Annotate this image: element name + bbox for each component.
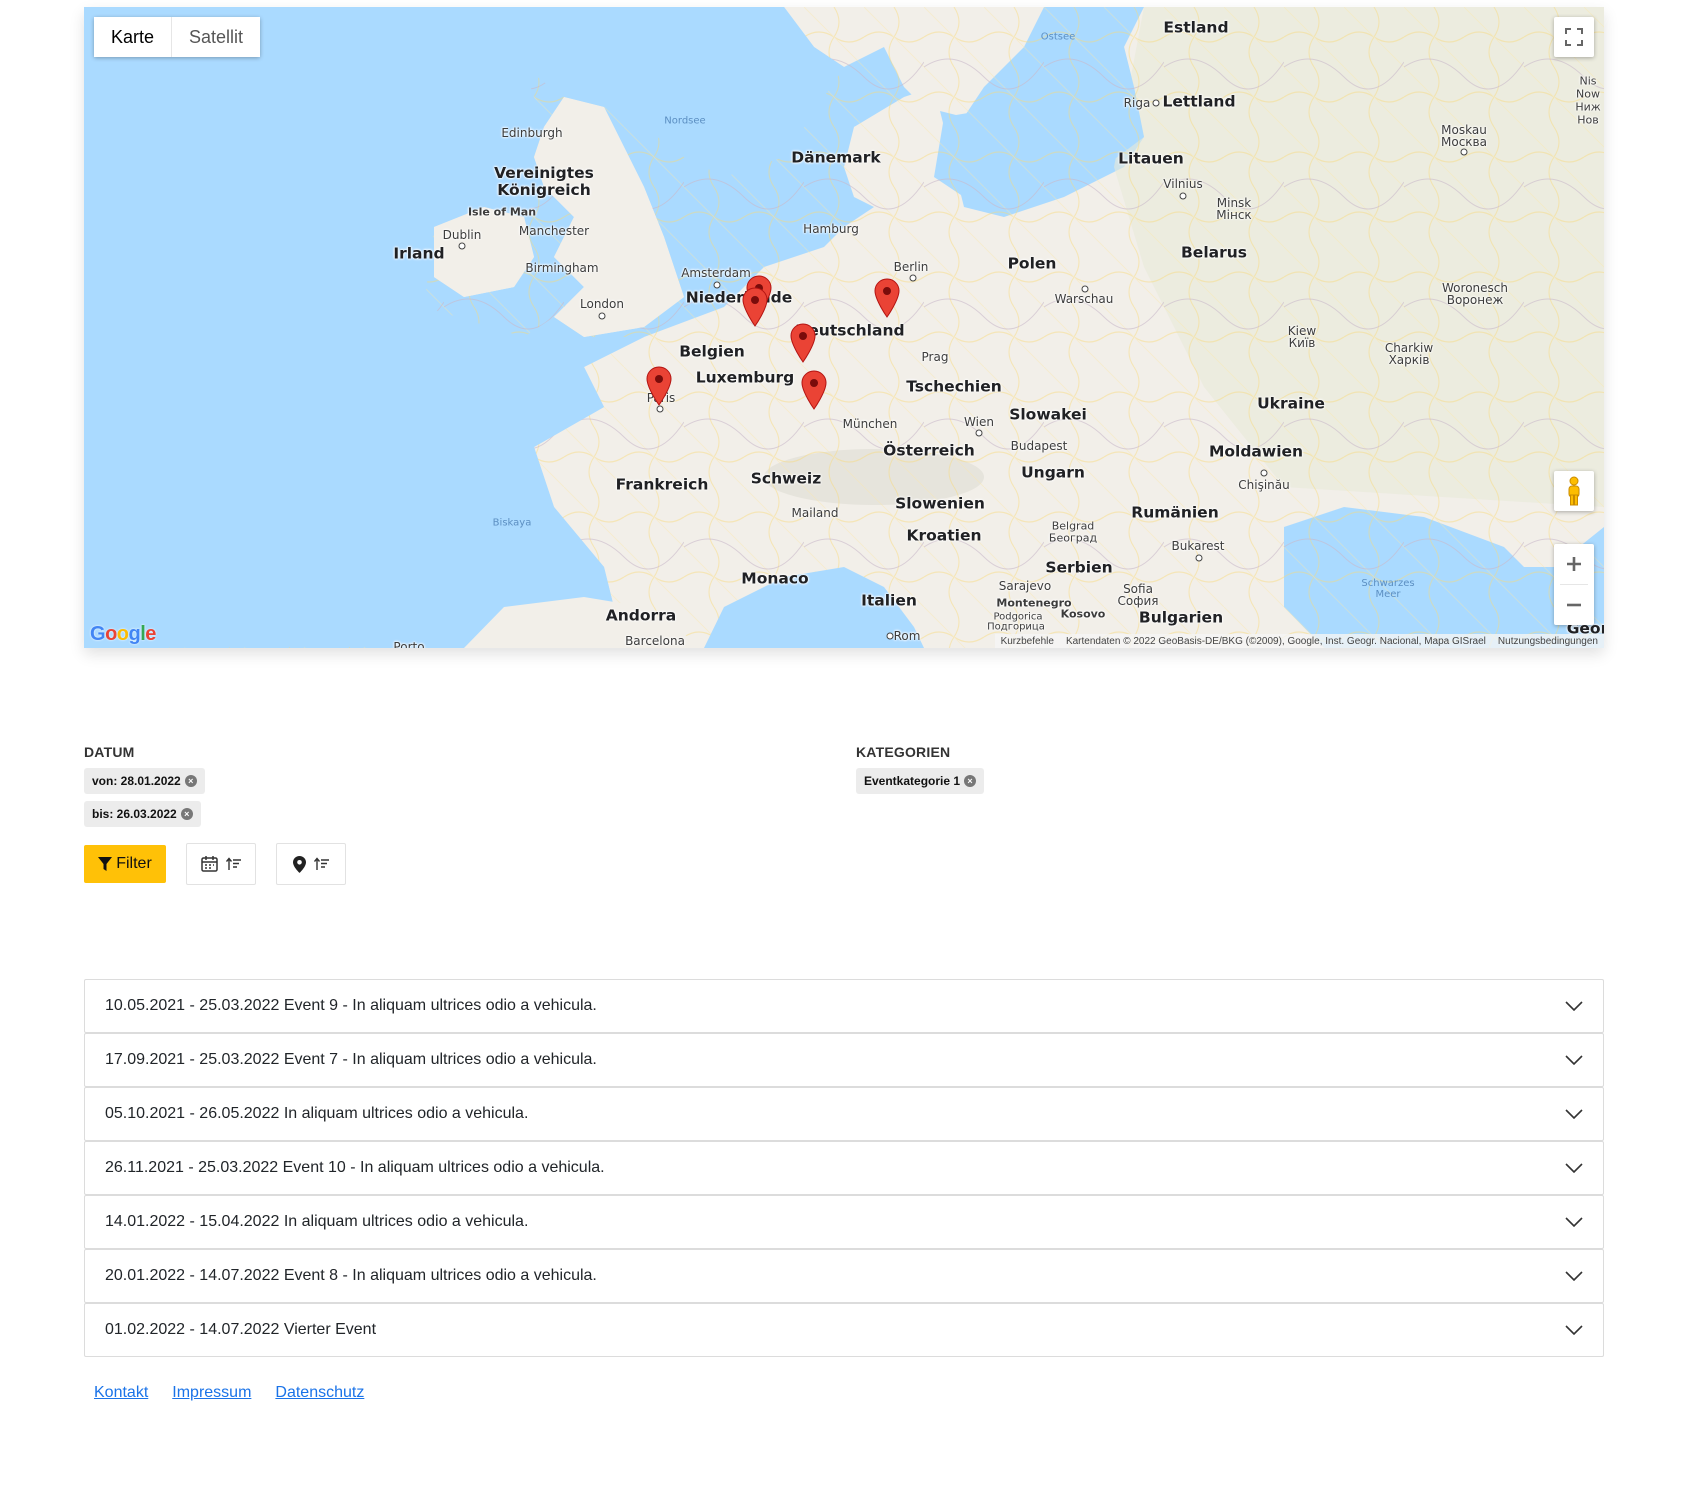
category-chip-label: Eventkategorie 1 — [864, 774, 961, 788]
event-title: 20.01.2022 - 14.07.2022 Event 8 - In ali… — [105, 1267, 597, 1284]
chevron-down-icon — [1565, 1325, 1583, 1335]
zoom-in-button[interactable] — [1554, 544, 1594, 584]
map-dot-vilnius — [1179, 192, 1187, 200]
imprint-link[interactable]: Impressum — [172, 1384, 251, 1402]
map-dot-warschau — [1081, 285, 1089, 293]
chevron-down-icon — [1565, 1109, 1583, 1119]
funnel-icon — [98, 856, 113, 871]
zoom-out-button[interactable] — [1554, 585, 1594, 625]
event-item[interactable]: 01.02.2022 - 14.07.2022 Vierter Event — [84, 1303, 1604, 1357]
footer-links: Kontakt Impressum Datenschutz — [94, 1384, 364, 1402]
event-item[interactable]: 20.01.2022 - 14.07.2022 Event 8 - In ali… — [84, 1249, 1604, 1303]
map-data-credit: Kartendaten © 2022 GeoBasis-DE/BKG (©200… — [1065, 635, 1486, 647]
sort-by-location-button[interactable] — [276, 843, 346, 885]
chevron-down-icon — [1565, 1217, 1583, 1227]
event-title: 14.01.2022 - 15.04.2022 In aliquam ultri… — [105, 1213, 529, 1230]
event-item[interactable]: 05.10.2021 - 26.05.2022 In aliquam ultri… — [84, 1087, 1604, 1141]
chevron-down-icon — [1565, 1271, 1583, 1281]
remove-date-from-icon[interactable]: × — [184, 775, 197, 787]
map-dot-paris — [656, 405, 664, 413]
filter-actions: Filter — [84, 843, 346, 885]
event-title: 05.10.2021 - 26.05.2022 In aliquam ultri… — [105, 1105, 529, 1122]
date-filter: DATUM von: 28.01.2022 × bis: 26.03.2022 … — [84, 744, 205, 834]
map-dot-rom — [886, 632, 894, 640]
map-marker-pin[interactable] — [742, 287, 768, 327]
event-title: 26.11.2021 - 25.03.2022 Event 10 - In al… — [105, 1159, 605, 1176]
date-to-label: bis: 26.03.2022 — [92, 807, 177, 821]
map-type-toggle: Karte Satellit — [94, 17, 261, 57]
keyboard-shortcuts-link[interactable]: Kurzbefehle — [1001, 636, 1054, 647]
event-item[interactable]: 10.05.2021 - 25.03.2022 Event 9 - In ali… — [84, 979, 1604, 1033]
map-view[interactable]: Estland Lettland Litauen Belarus Polen D… — [84, 7, 1604, 648]
plus-icon — [1567, 557, 1581, 571]
category-filter-heading: KATEGORIEN — [856, 744, 951, 760]
category-filter: KATEGORIEN Eventkategorie 1 × — [856, 744, 985, 801]
map-dot-amsterdam — [713, 281, 721, 289]
street-view-button[interactable] — [1554, 471, 1594, 511]
map-marker-pin[interactable] — [801, 370, 827, 410]
event-item[interactable]: 17.09.2021 - 25.03.2022 Event 7 - In ali… — [84, 1033, 1604, 1087]
remove-category-icon[interactable]: × — [964, 775, 977, 787]
event-title: 10.05.2021 - 25.03.2022 Event 9 - In ali… — [105, 997, 597, 1014]
contact-link[interactable]: Kontakt — [94, 1384, 148, 1402]
date-filter-heading: DATUM — [84, 744, 135, 760]
map-marker-pin[interactable] — [790, 323, 816, 363]
category-chip: Eventkategorie 1 × — [856, 768, 985, 794]
chevron-down-icon — [1565, 1001, 1583, 1011]
map-terrain — [84, 7, 1604, 648]
map-attribution: Kurzbefehle Kartendaten © 2022 GeoBasis-… — [994, 634, 1604, 648]
sort-ascending-icon — [313, 857, 329, 870]
fullscreen-icon — [1565, 28, 1583, 46]
map-type-map-button[interactable]: Karte — [94, 17, 172, 57]
terms-link[interactable]: Nutzungsbedingungen — [1498, 636, 1598, 647]
chevron-down-icon — [1565, 1163, 1583, 1173]
filter-button[interactable]: Filter — [84, 845, 166, 883]
map-marker-pin[interactable] — [874, 278, 900, 318]
remove-date-to-icon[interactable]: × — [180, 808, 193, 820]
filter-button-label: Filter — [116, 855, 152, 872]
sort-ascending-icon — [225, 857, 241, 870]
chevron-down-icon — [1565, 1055, 1583, 1065]
map-dot-dublin — [458, 242, 466, 250]
sort-by-date-button[interactable] — [186, 843, 256, 885]
map-marker-pin[interactable] — [646, 366, 672, 406]
location-pin-icon — [292, 855, 306, 873]
map-dot-riga — [1152, 99, 1160, 107]
map-dot-berlin — [909, 274, 917, 282]
map-dot-chisinau — [1260, 469, 1268, 477]
google-logo[interactable]: Google — [90, 623, 156, 646]
map-dot-wien — [975, 429, 983, 437]
event-item[interactable]: 14.01.2022 - 15.04.2022 In aliquam ultri… — [84, 1195, 1604, 1249]
privacy-link[interactable]: Datenschutz — [275, 1384, 364, 1402]
event-title: 17.09.2021 - 25.03.2022 Event 7 - In ali… — [105, 1051, 597, 1068]
event-item[interactable]: 26.11.2021 - 25.03.2022 Event 10 - In al… — [84, 1141, 1604, 1195]
date-from-chip: von: 28.01.2022 × — [84, 768, 205, 794]
date-to-chip: bis: 26.03.2022 × — [84, 801, 201, 827]
map-type-satellite-button[interactable]: Satellit — [171, 17, 261, 57]
map-dot-moskau — [1460, 148, 1468, 156]
event-title: 01.02.2022 - 14.07.2022 Vierter Event — [105, 1321, 377, 1338]
calendar-icon — [200, 856, 218, 872]
fullscreen-button[interactable] — [1554, 17, 1594, 57]
zoom-control — [1554, 544, 1594, 625]
event-list: 10.05.2021 - 25.03.2022 Event 9 - In ali… — [84, 979, 1604, 1357]
minus-icon — [1567, 603, 1581, 607]
date-from-label: von: 28.01.2022 — [92, 774, 181, 788]
map-dot-bukarest — [1195, 554, 1203, 562]
pegman-icon — [1568, 476, 1580, 506]
map-dot-london — [598, 312, 606, 320]
